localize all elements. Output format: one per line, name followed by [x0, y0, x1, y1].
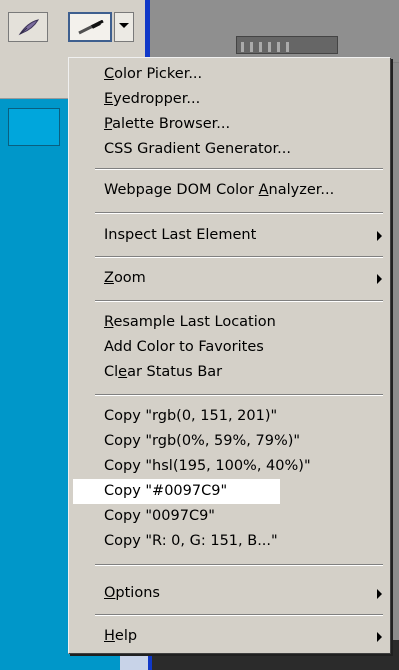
menu-item-palette-browser[interactable]: Palette Browser... [73, 112, 386, 137]
submenu-arrow-icon [377, 632, 382, 642]
eyedropper-button[interactable] [68, 12, 112, 42]
menu-item-copy-rgb-components[interactable]: Copy "R: 0, G: 151, B..." [73, 529, 386, 554]
menu-item-copy-hex[interactable]: Copy "#0097C9" [73, 479, 280, 504]
menu-separator [95, 168, 383, 170]
menu-item-resample-last-location[interactable]: Resample Last Location [73, 310, 386, 335]
menu-item-dom-color-analyzer[interactable]: Webpage DOM Color Analyzer... [73, 178, 386, 203]
menu-separator [95, 212, 383, 214]
menu-item-css-gradient-generator[interactable]: CSS Gradient Generator... [73, 137, 386, 162]
menu-item-copy-hex-plain[interactable]: Copy "0097C9" [73, 504, 386, 529]
menu-separator [95, 614, 383, 616]
feather-button[interactable] [8, 12, 48, 42]
menu-item-eyedropper[interactable]: Eyedropper... [73, 87, 386, 112]
feather-icon [18, 19, 40, 36]
submenu-arrow-icon [377, 231, 382, 241]
menu-separator [95, 300, 383, 302]
menu-item-copy-hsl[interactable]: Copy "hsl(195, 100%, 40%)" [73, 454, 386, 479]
submenu-arrow-icon [377, 274, 382, 284]
menu-item-zoom[interactable]: Zoom [73, 266, 386, 291]
eyedropper-icon [78, 20, 104, 35]
menu-item-copy-rgb-percent[interactable]: Copy "rgb(0%, 59%, 79%)" [73, 429, 386, 454]
menu-item-clear-status-bar[interactable]: Clear Status Bar [73, 360, 386, 385]
submenu-arrow-icon [377, 589, 382, 599]
menu-separator [95, 394, 383, 396]
menu-item-options[interactable]: Options [73, 581, 386, 606]
menu-item-copy-rgb[interactable]: Copy "rgb(0, 151, 201)" [73, 404, 386, 429]
color-swatch[interactable] [8, 108, 60, 146]
menu-item-add-to-favorites[interactable]: Add Color to Favorites [73, 335, 386, 360]
menu-separator [95, 564, 383, 566]
toolbar [0, 0, 399, 63]
chevron-down-button[interactable] [114, 12, 134, 42]
chevron-down-icon [119, 23, 129, 28]
background-tabs [236, 36, 338, 54]
menu-item-color-picker[interactable]: Color Picker... [73, 62, 386, 87]
context-menu: Color Picker... Eyedropper... Palette Br… [68, 57, 391, 654]
menu-item-inspect-last-element[interactable]: Inspect Last Element [73, 223, 386, 248]
menu-separator [95, 256, 383, 258]
menu-item-help[interactable]: Help [73, 624, 386, 649]
